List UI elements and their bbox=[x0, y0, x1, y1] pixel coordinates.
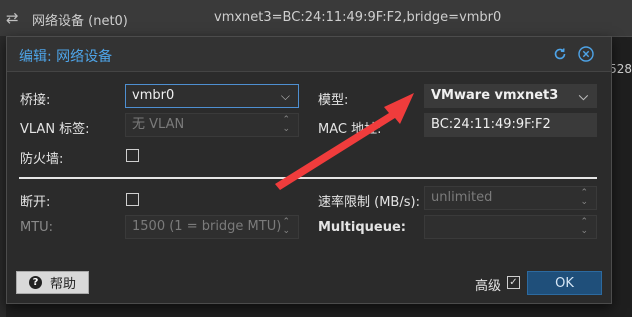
help-icon: ? bbox=[29, 276, 42, 289]
section-divider bbox=[19, 177, 597, 179]
bridge-select[interactable]: vmbr0 ⌵ bbox=[125, 84, 299, 108]
mac-input[interactable]: BC:24:11:49:9F:F2 bbox=[424, 113, 597, 137]
vlan-input[interactable]: 无 VLAN ⌃ ⌄ bbox=[125, 113, 299, 137]
advanced-label: 高级 bbox=[475, 279, 502, 294]
mac-value: BC:24:11:49:9F:F2 bbox=[431, 117, 551, 132]
bridge-value: vmbr0 bbox=[132, 88, 175, 103]
dialog-title: 编辑: 网络设备 bbox=[19, 49, 113, 65]
row-device-name: 网络设备 (net0) bbox=[32, 14, 128, 29]
spinner-icon[interactable]: ⌃ ⌄ bbox=[282, 218, 290, 236]
mtu-label: MTU: bbox=[20, 220, 54, 235]
edit-network-device-dialog: 编辑: 网络设备 桥接: vmbr0 ⌵ VLAN 标签: 无 VLAN ⌃ ⌄ … bbox=[6, 36, 612, 304]
ok-button[interactable]: OK bbox=[527, 271, 602, 295]
advanced-checkbox[interactable]: ✓ bbox=[507, 276, 520, 289]
spinner-icon[interactable]: ⌃ ⌄ bbox=[580, 218, 588, 236]
vlan-value: 无 VLAN bbox=[132, 117, 185, 132]
firewall-label: 防火墙: bbox=[20, 152, 64, 167]
help-button-label: 帮助 bbox=[50, 277, 77, 292]
multiqueue-label: Multiqueue: bbox=[318, 220, 406, 235]
rate-limit-placeholder: unlimited bbox=[431, 190, 493, 205]
spinner-icon[interactable]: ⌃ ⌄ bbox=[282, 116, 290, 134]
ok-button-label: OK bbox=[555, 275, 574, 291]
chevron-down-icon[interactable]: ⌵ bbox=[579, 85, 588, 107]
rate-limit-label: 速率限制 (MB/s): bbox=[318, 195, 420, 210]
mtu-input[interactable]: 1500 (1 = bridge MTU) ⌃ ⌄ bbox=[125, 215, 299, 239]
vlan-label: VLAN 标签: bbox=[20, 122, 90, 137]
close-icon[interactable] bbox=[577, 45, 595, 63]
mac-label: MAC 地址: bbox=[318, 122, 382, 137]
model-label: 模型: bbox=[318, 93, 349, 108]
reset-icon[interactable] bbox=[551, 45, 569, 63]
firewall-checkbox[interactable] bbox=[126, 149, 139, 162]
disconnect-checkbox[interactable] bbox=[126, 193, 139, 206]
disconnect-label: 断开: bbox=[20, 195, 51, 210]
background-list-row[interactable]: ⇄ 网络设备 (net0) vmxnet3=BC:24:11:49:9F:F2,… bbox=[0, 0, 632, 37]
swap-icon: ⇄ bbox=[6, 9, 19, 27]
bridge-label: 桥接: bbox=[20, 93, 51, 108]
chevron-down-icon[interactable]: ⌵ bbox=[281, 85, 290, 107]
row-device-value: vmxnet3=BC:24:11:49:9F:F2,bridge=vmbr0 bbox=[214, 10, 502, 25]
rate-limit-input[interactable]: unlimited ⌃ ⌄ bbox=[424, 186, 597, 210]
help-button[interactable]: ? 帮助 bbox=[16, 271, 89, 294]
mtu-value: 1500 (1 = bridge MTU) bbox=[132, 219, 282, 234]
model-value: VMware vmxnet3 bbox=[431, 88, 559, 103]
multiqueue-input[interactable]: ⌃ ⌄ bbox=[424, 215, 597, 239]
model-select[interactable]: VMware vmxnet3 ⌵ bbox=[424, 84, 597, 108]
dialog-titlebar[interactable]: 编辑: 网络设备 bbox=[7, 37, 611, 72]
spinner-icon[interactable]: ⌃ ⌄ bbox=[580, 189, 588, 207]
